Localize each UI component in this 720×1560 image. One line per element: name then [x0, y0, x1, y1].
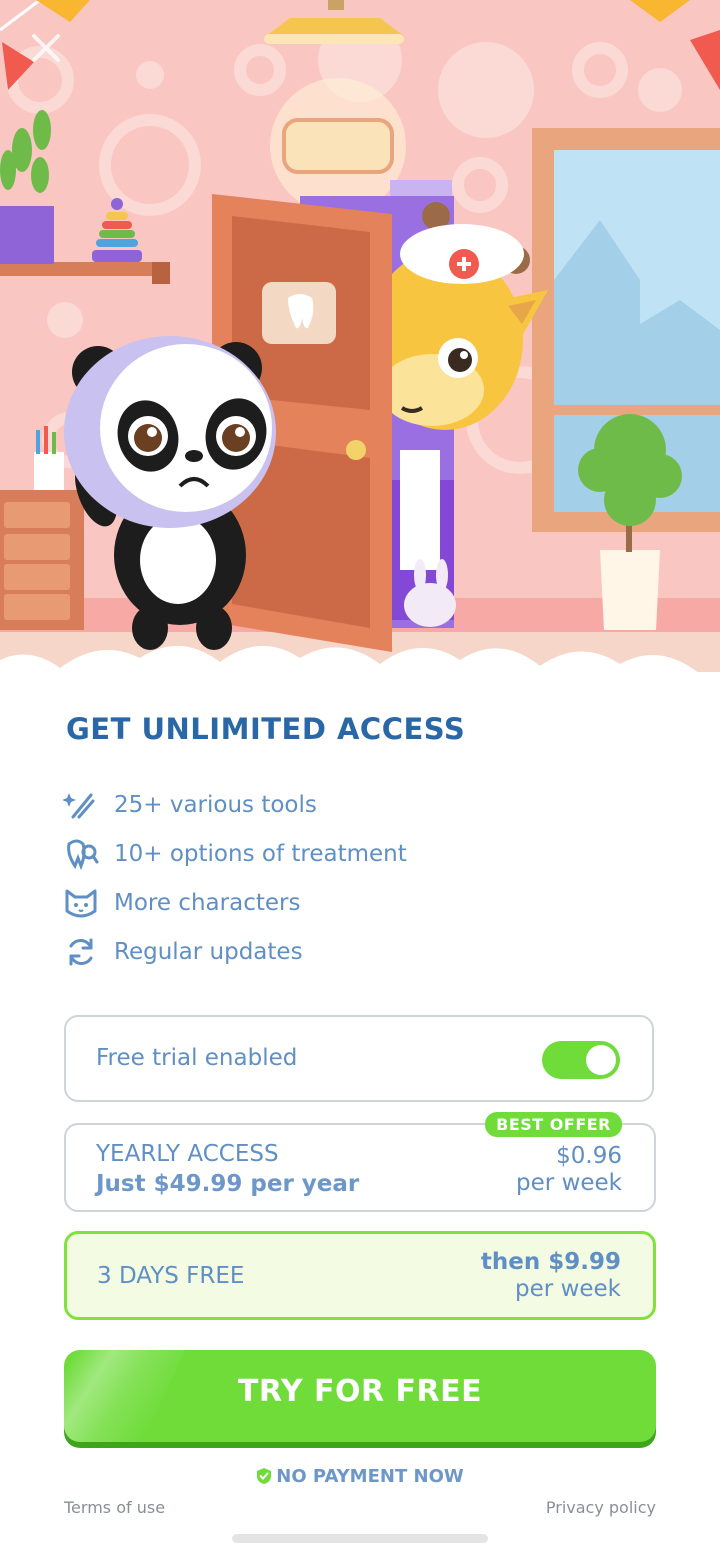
plan-trial-period: per week — [515, 1276, 621, 1302]
feature-label: 10+ options of treatment — [114, 840, 407, 867]
plan-trial[interactable]: 3 DAYS FREE then $9.99 per week — [64, 1231, 656, 1320]
feature-item: 10+ options of treatment — [62, 829, 407, 878]
page-title: GET UNLIMITED ACCESS — [66, 712, 466, 746]
feature-list: 25+ various tools 10+ options of treatme… — [62, 780, 407, 976]
privacy-policy-link[interactable]: Privacy policy — [546, 1498, 656, 1517]
free-trial-row[interactable]: Free trial enabled — [64, 1015, 654, 1102]
feature-item: Regular updates — [62, 927, 407, 976]
feature-item: 25+ various tools — [62, 780, 407, 829]
tooth-magnifier-icon — [62, 835, 100, 873]
cat-face-icon — [62, 884, 100, 922]
cta-label: TRY FOR FREE — [237, 1374, 483, 1409]
toggle-knob — [586, 1045, 616, 1075]
terms-of-use-link[interactable]: Terms of use — [64, 1498, 165, 1517]
plan-trial-name: 3 DAYS FREE — [97, 1263, 245, 1289]
feature-label: Regular updates — [114, 938, 303, 965]
close-icon — [32, 34, 60, 62]
home-indicator — [232, 1534, 488, 1543]
feature-item: More characters — [62, 878, 407, 927]
no-payment-note: NO PAYMENT NOW — [0, 1466, 720, 1490]
close-button[interactable] — [22, 24, 70, 72]
plan-trial-price: then $9.99 — [480, 1249, 621, 1275]
plan-yearly-period: per week — [516, 1170, 622, 1196]
free-trial-toggle[interactable] — [542, 1041, 620, 1079]
hero-illustration — [0, 0, 720, 700]
feature-label: 25+ various tools — [114, 791, 317, 818]
plan-yearly-subtitle: Just $49.99 per year — [96, 1171, 360, 1197]
best-offer-badge: BEST OFFER — [485, 1112, 622, 1137]
feature-label: More characters — [114, 889, 301, 916]
no-payment-text: NO PAYMENT NOW — [276, 1466, 464, 1487]
shield-check-icon — [256, 1467, 272, 1490]
plan-yearly[interactable]: BEST OFFER YEARLY ACCESS Just $49.99 per… — [64, 1112, 656, 1212]
magic-tools-icon — [62, 786, 100, 824]
free-trial-label: Free trial enabled — [96, 1045, 298, 1071]
plan-yearly-price: $0.96 — [556, 1143, 622, 1169]
try-for-free-button[interactable]: TRY FOR FREE — [64, 1350, 656, 1442]
plan-yearly-name: YEARLY ACCESS — [96, 1141, 279, 1167]
refresh-icon — [62, 933, 100, 971]
